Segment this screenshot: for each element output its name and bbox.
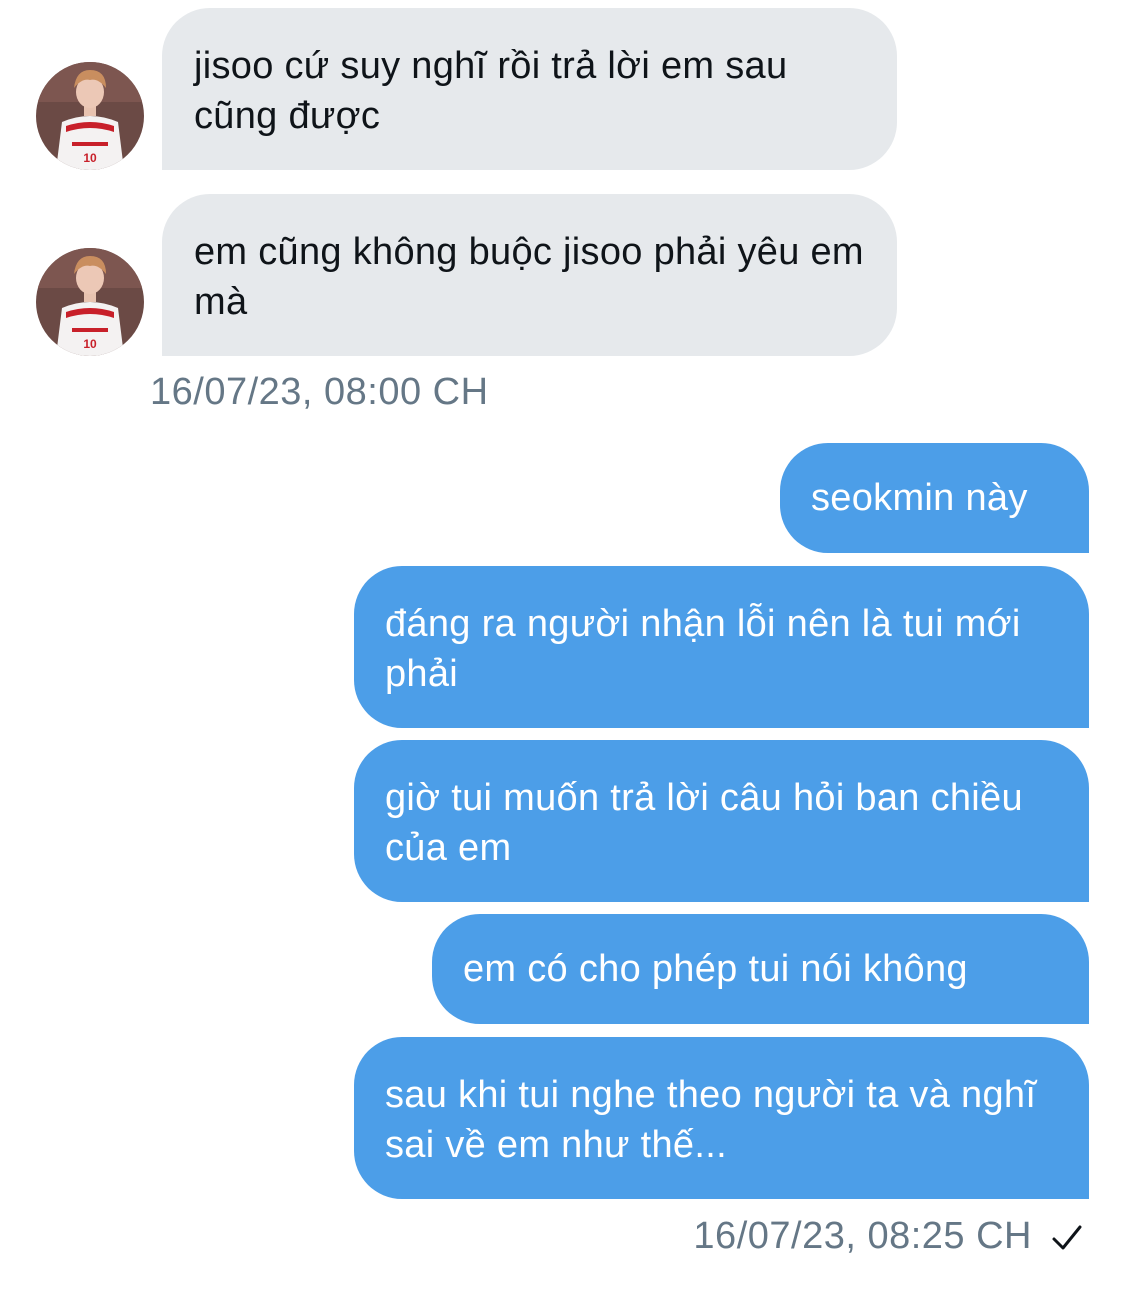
outgoing-timestamp: 16/07/23, 08:25 CH	[693, 1215, 1032, 1257]
checkmark-icon	[1052, 1225, 1082, 1250]
outgoing-message-bubble[interactable]: seokmin này	[780, 443, 1089, 553]
avatar[interactable]: 10	[36, 248, 144, 356]
incoming-timestamp: 16/07/23, 08:00 CH	[150, 371, 489, 413]
message-text: em có cho phép tui nói không	[463, 948, 968, 990]
svg-text:10: 10	[83, 337, 97, 351]
message-text: sau khi tui nghe theo người ta và nghĩ s…	[385, 1074, 1037, 1166]
avatar[interactable]: 10	[36, 62, 144, 170]
outgoing-message-bubble[interactable]: sau khi tui nghe theo người ta và nghĩ s…	[354, 1037, 1089, 1199]
message-text: giờ tui muốn trả lời câu hỏi ban chiều c…	[385, 777, 1023, 869]
incoming-message-bubble[interactable]: em cũng không buộc jisoo phải yêu em mà	[162, 194, 897, 356]
message-text: đáng ra người nhận lỗi nên là tui mới ph…	[385, 603, 1021, 695]
message-text: seokmin này	[811, 477, 1028, 519]
avatar-photo: 10	[36, 62, 144, 170]
outgoing-message-bubble[interactable]: giờ tui muốn trả lời câu hỏi ban chiều c…	[354, 740, 1089, 902]
outgoing-message-bubble[interactable]: đáng ra người nhận lỗi nên là tui mới ph…	[354, 566, 1089, 728]
incoming-message-bubble[interactable]: jisoo cứ suy nghĩ rồi trả lời em sau cũn…	[162, 8, 897, 170]
message-text: em cũng không buộc jisoo phải yêu em mà	[194, 231, 864, 323]
message-text: jisoo cứ suy nghĩ rồi trả lời em sau cũn…	[194, 45, 788, 137]
svg-text:10: 10	[83, 151, 97, 165]
outgoing-message-bubble[interactable]: em có cho phép tui nói không	[432, 914, 1089, 1024]
avatar-photo: 10	[36, 248, 144, 356]
